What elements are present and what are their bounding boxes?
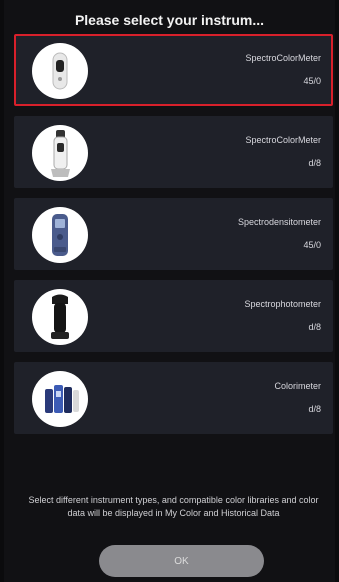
handheld-colorimeter-white-icon bbox=[32, 43, 88, 99]
instrument-geometry: d/8 bbox=[308, 404, 321, 414]
instrument-type-hint: Select different instrument types, and c… bbox=[28, 495, 319, 518]
black-spectrophotometer-icon bbox=[32, 289, 88, 345]
instrument-geometry: d/8 bbox=[308, 322, 321, 332]
screen: Please select your instrum... SpectroCol… bbox=[4, 0, 335, 582]
instrument-name: SpectroColorMeter bbox=[245, 135, 321, 145]
instrument-name: Spectrophotometer bbox=[244, 299, 321, 309]
instrument-list: SpectroColorMeter 45/0 SpectroColorMeter… bbox=[14, 34, 333, 444]
pen-colorimeter-icon bbox=[32, 125, 88, 181]
instrument-card-spectrophotometer-d8[interactable]: Spectrophotometer d/8 bbox=[14, 280, 333, 352]
instrument-geometry: 45/0 bbox=[303, 76, 321, 86]
colorimeter-group-icon bbox=[32, 371, 88, 427]
instrument-name: Colorimeter bbox=[274, 381, 321, 391]
page-title: Please select your instrum... bbox=[74, 12, 265, 28]
ok-button[interactable]: OK bbox=[99, 545, 264, 577]
instrument-card-colorimeter-d8[interactable]: Colorimeter d/8 bbox=[14, 362, 333, 434]
instrument-name: Spectrodensitometer bbox=[237, 217, 321, 227]
instrument-geometry: 45/0 bbox=[303, 240, 321, 250]
instrument-name: SpectroColorMeter bbox=[245, 53, 321, 63]
instrument-card-spectrocolormeter-45-0[interactable]: SpectroColorMeter 45/0 bbox=[14, 34, 333, 106]
instrument-geometry: d/8 bbox=[308, 158, 321, 168]
blue-densitometer-icon bbox=[32, 207, 88, 263]
instrument-card-spectrodensitometer-45-0[interactable]: Spectrodensitometer 45/0 bbox=[14, 198, 333, 270]
instrument-card-spectrocolormeter-d8[interactable]: SpectroColorMeter d/8 bbox=[14, 116, 333, 188]
